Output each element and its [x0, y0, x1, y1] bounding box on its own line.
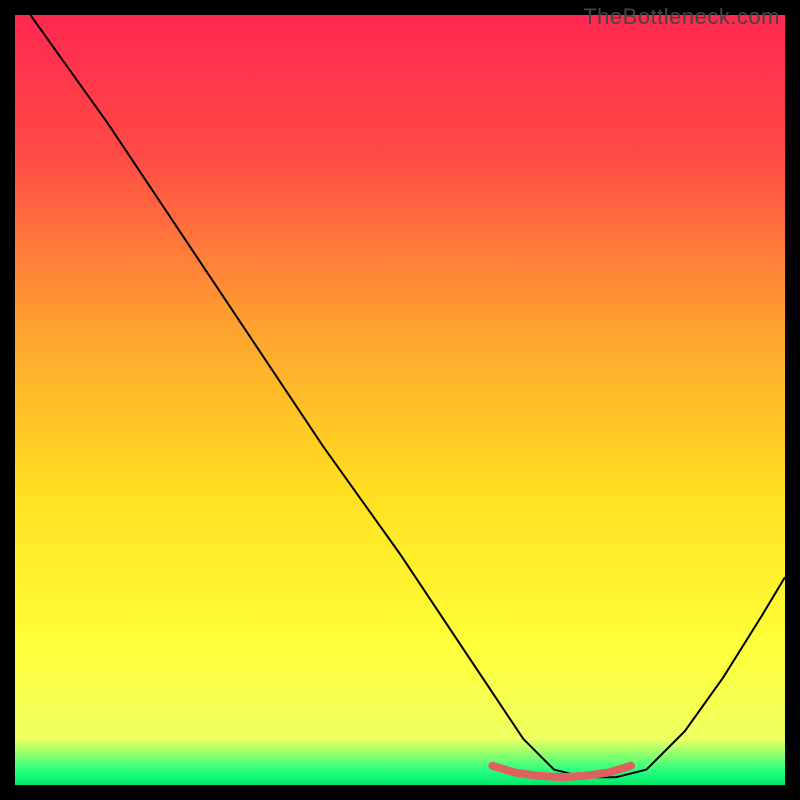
bottleneck-chart — [0, 0, 800, 800]
watermark-text: TheBottleneck.com — [583, 4, 780, 30]
chart-background-gradient — [15, 15, 785, 785]
